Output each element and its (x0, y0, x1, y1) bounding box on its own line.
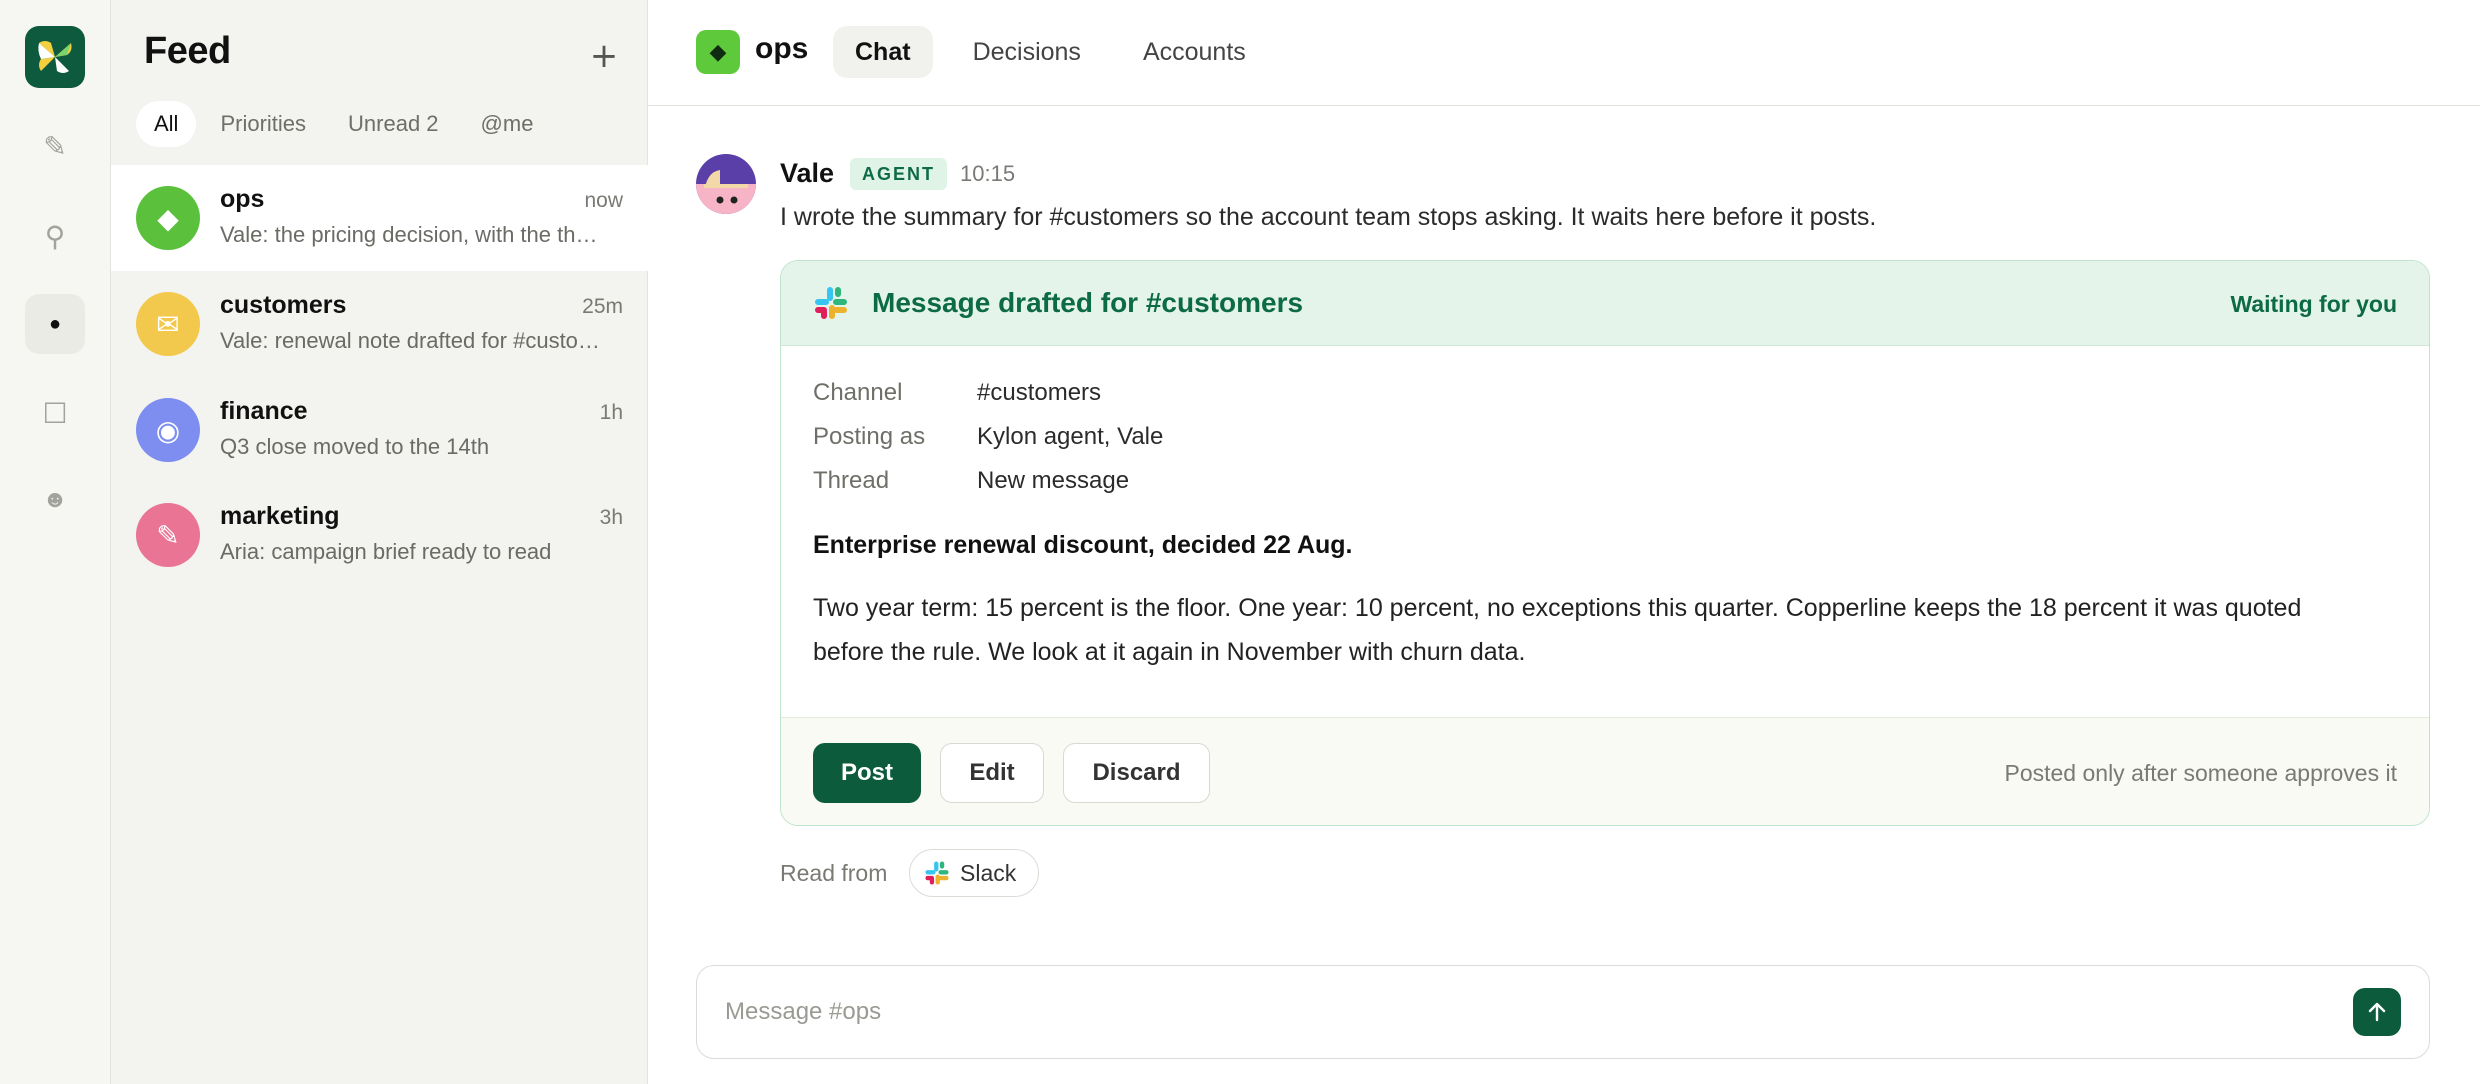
face-icon: ☻ (42, 486, 68, 513)
post-button[interactable]: Post (813, 743, 921, 803)
rail-pencil-button[interactable]: ✎ (25, 116, 85, 176)
draft-body: Two year term: 15 percent is the floor. … (813, 594, 2302, 666)
meta-value: #customers (977, 379, 1102, 406)
draft-actions: Post Edit Discard Posted only after some… (781, 717, 2429, 825)
conversation-time: 25m (582, 295, 623, 318)
target-icon: ◉ (136, 398, 200, 462)
channel-tabs: Chat Decisions Accounts (833, 26, 1268, 78)
rail-pin-button[interactable]: ⚲ (25, 206, 85, 266)
diamond-icon: ◆ (136, 186, 200, 250)
rail-square-button[interactable]: ☐ (25, 383, 85, 443)
draft-title: Message drafted for #customers (872, 287, 1304, 318)
meta-label: Posting as (813, 423, 926, 450)
draft-status: Waiting for you (2230, 291, 2397, 317)
approval-note: Posted only after someone approves it (2004, 760, 2397, 786)
conversation-name: ops (220, 185, 265, 213)
source-chip-slack[interactable]: Slack (909, 849, 1040, 897)
add-button[interactable]: + (584, 36, 624, 76)
conversation-name: customers (220, 291, 347, 319)
send-button[interactable] (2353, 988, 2401, 1036)
conversation-name: finance (220, 397, 308, 425)
feed-filters: All Priorities Unread 2 @me (136, 101, 551, 147)
conversation-preview: Aria: campaign brief ready to read (220, 539, 552, 564)
arrow-up-icon (2368, 1002, 2386, 1022)
square-icon: ☐ (42, 397, 68, 429)
source-name: Slack (960, 859, 1017, 886)
channel-header: ◆ ops Chat Decisions Accounts (648, 0, 2480, 106)
composer (696, 965, 2430, 1059)
rail-feed-button[interactable]: ● (25, 294, 85, 354)
message-input[interactable] (725, 992, 2285, 1032)
plus-icon: + (589, 36, 619, 76)
tab-chat[interactable]: Chat (833, 26, 933, 78)
conversation-time: now (584, 189, 623, 212)
logo-icon (38, 41, 72, 73)
meta-label: Channel (813, 379, 903, 406)
message-text: I wrote the summary for #customers so th… (780, 203, 1877, 231)
main-panel: ◆ ops Chat Decisions Accounts Vale AGENT… (648, 0, 2480, 1084)
channel-name: ops (755, 32, 809, 65)
conversation-time: 1h (599, 401, 623, 424)
conversation-marketing[interactable]: ✎ marketing 3h Aria: campaign brief read… (111, 482, 648, 588)
meta-label: Thread (813, 467, 890, 494)
draft-card: Message drafted for #customers Waiting f… (780, 260, 2430, 826)
pin-icon: ⚲ (44, 220, 66, 252)
slack-icon (815, 287, 847, 319)
meta-value: Kylon agent, Vale (977, 423, 1164, 450)
conversation-customers[interactable]: ✉ customers 25m Vale: renewal note draft… (111, 271, 648, 377)
conversation-preview: Vale: renewal note drafted for #custo… (220, 328, 600, 353)
rail-face-button[interactable]: ☻ (25, 470, 85, 530)
draft-heading: Enterprise renewal discount, decided 22 … (813, 531, 1353, 559)
edit-button[interactable]: Edit (940, 743, 1044, 803)
app-logo[interactable] (25, 26, 85, 88)
avatar[interactable] (696, 154, 756, 214)
tab-decisions[interactable]: Decisions (951, 26, 1103, 78)
conversation-name: marketing (220, 502, 340, 530)
meta-value: New message (977, 467, 1130, 494)
filter-all[interactable]: All (136, 101, 197, 147)
avatar-icon (696, 154, 756, 214)
dot-icon: ● (48, 312, 62, 335)
draft-card-header: Message drafted for #customers Waiting f… (781, 261, 2429, 346)
message-time: 10:15 (960, 161, 1016, 186)
slack-icon (925, 861, 949, 885)
tab-accounts[interactable]: Accounts (1121, 26, 1268, 78)
filter-priorities[interactable]: Priorities (202, 101, 324, 147)
diamond-icon: ◆ (696, 30, 740, 74)
pencil-icon: ✎ (43, 130, 67, 162)
filter-unread[interactable]: Unread 2 (330, 101, 457, 147)
conversation-finance[interactable]: ◉ finance 1h Q3 close moved to the 14th (111, 377, 648, 483)
conversation-time: 3h (599, 506, 623, 529)
feed-panel: Feed + All Priorities Unread 2 @me ◆ ops… (111, 0, 648, 1084)
agent-badge: AGENT (850, 158, 947, 190)
envelope-icon: ✉ (136, 292, 200, 356)
feed-title: Feed (144, 30, 231, 72)
message-author: Vale (780, 158, 835, 188)
app-rail: ✎ ⚲ ● ☐ ☻ (0, 0, 111, 1084)
discard-button[interactable]: Discard (1063, 743, 1210, 803)
filter-mentions[interactable]: @me (463, 101, 552, 147)
conversation-ops[interactable]: ◆ ops now Vale: the pricing decision, wi… (111, 165, 648, 271)
conversation-preview: Vale: the pricing decision, with the th… (220, 222, 598, 247)
read-from-label: Read from (780, 860, 888, 886)
pencil-icon: ✎ (136, 503, 200, 567)
conversation-preview: Q3 close moved to the 14th (220, 434, 490, 459)
